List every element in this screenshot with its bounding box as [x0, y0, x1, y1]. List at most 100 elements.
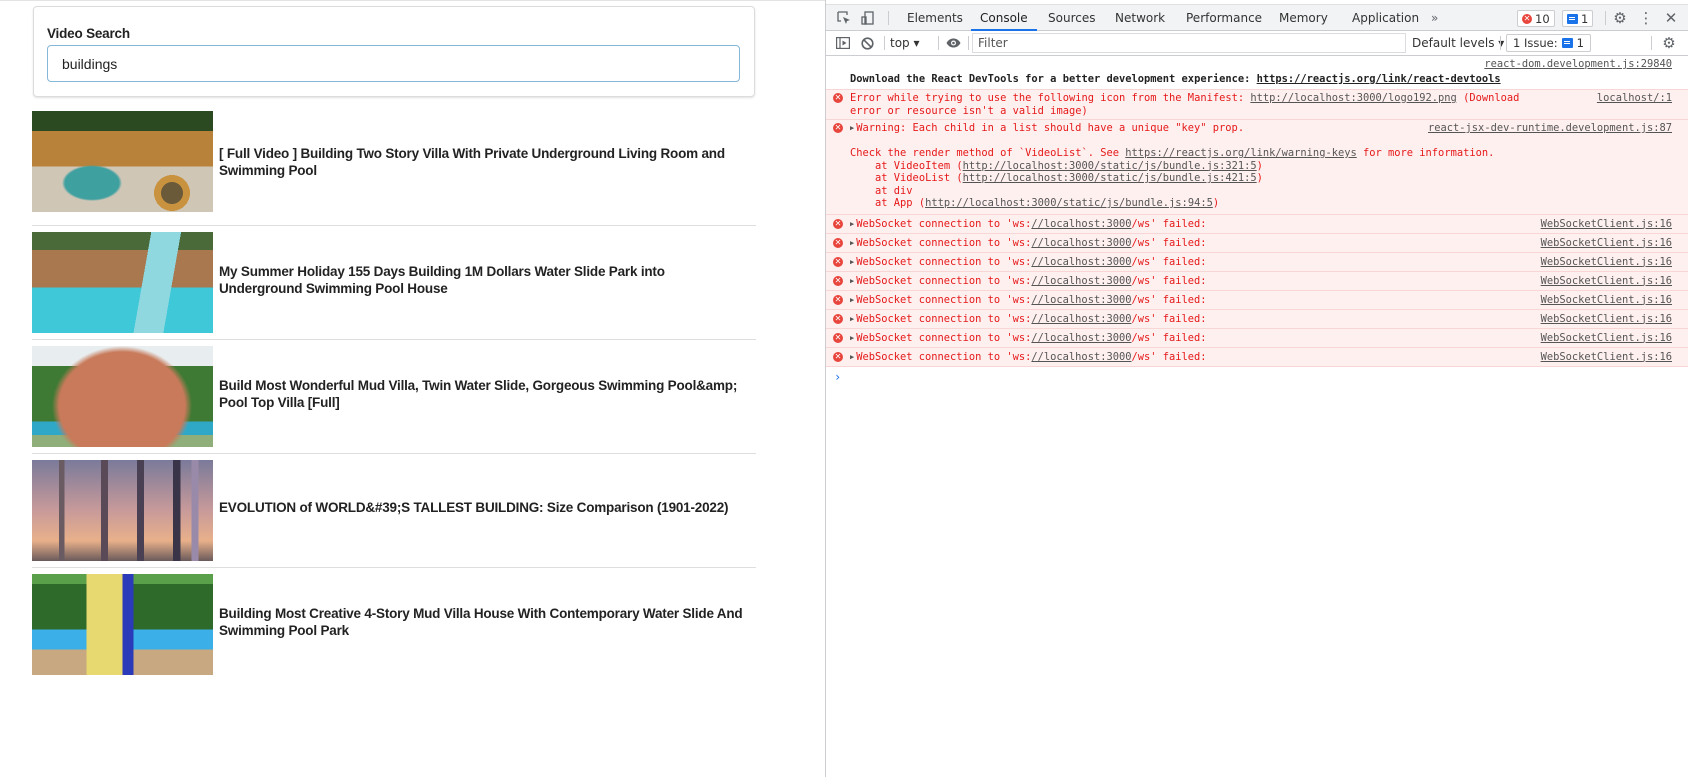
stack-text: at VideoItem ( — [850, 159, 963, 172]
search-label: Video Search — [47, 26, 130, 41]
tab-memory[interactable]: Memory — [1270, 5, 1337, 31]
stack-link[interactable]: http://localhost:3000/static/js/bundle.j… — [963, 160, 1257, 172]
live-expression-eye-icon[interactable] — [944, 34, 962, 52]
video-item[interactable]: My Summer Holiday 155 Days Building 1M D… — [32, 225, 756, 339]
ws-link[interactable]: //localhost:3000 — [1031, 237, 1131, 249]
expand-triangle-icon[interactable]: ▶ — [850, 122, 854, 135]
tab-elements[interactable]: Elements — [898, 5, 972, 31]
video-item[interactable]: EVOLUTION of WORLD&#39;S TALLEST BUILDIN… — [32, 453, 756, 567]
log-levels-dropdown[interactable]: Default levels ▾ — [1412, 31, 1504, 55]
filter-input[interactable] — [972, 33, 1406, 53]
error-count-badge[interactable]: ✕ 10 — [1517, 10, 1555, 27]
react-devtools-link[interactable]: https://reactjs.org/link/react-devtools — [1257, 73, 1501, 85]
message-source-link[interactable]: localhost/:1 — [1597, 92, 1672, 105]
video-title[interactable]: EVOLUTION of WORLD&#39;S TALLEST BUILDIN… — [219, 499, 749, 516]
console-prompt[interactable]: › — [826, 365, 1688, 386]
stack-link[interactable]: http://localhost:3000/static/js/bundle.j… — [925, 197, 1213, 209]
error-icon: ✕ — [833, 313, 843, 324]
ws-link[interactable]: //localhost:3000 — [1031, 294, 1131, 306]
message-text: Download the React DevTools for a better… — [850, 73, 1501, 86]
tab-application[interactable]: Application — [1343, 5, 1428, 31]
expand-triangle-icon[interactable]: ▶ — [850, 313, 854, 326]
divider — [1500, 36, 1501, 50]
stack-text: ) — [1256, 172, 1263, 184]
issues-count: 1 — [1576, 36, 1584, 50]
console-message-websocket-error: ✕ ▶ WebSocket connection to 'ws://localho… — [826, 251, 1688, 271]
device-toolbar-icon[interactable] — [859, 9, 877, 27]
ws-link[interactable]: //localhost:3000 — [1031, 351, 1131, 363]
context-selector[interactable]: top ▾ — [890, 31, 920, 55]
video-item[interactable]: Build Most Wonderful Mud Villa, Twin Wat… — [32, 339, 756, 453]
tab-performance[interactable]: Performance — [1177, 5, 1271, 31]
expand-triangle-icon[interactable]: ▶ — [850, 237, 854, 250]
message-source-link[interactable]: WebSocketClient.js:16 — [1541, 237, 1672, 250]
message-source-link[interactable]: WebSocketClient.js:16 — [1541, 275, 1672, 288]
inspect-element-icon[interactable] — [835, 9, 853, 27]
video-thumbnail[interactable] — [32, 460, 213, 561]
ws-link[interactable]: //localhost:3000 — [1031, 313, 1131, 325]
error-icon: ✕ — [833, 275, 843, 286]
error-icon: ✕ — [833, 93, 843, 103]
video-title[interactable]: My Summer Holiday 155 Days Building 1M D… — [219, 263, 749, 297]
console-message-warning: ✕ react-jsx-dev-runtime.development.js:8… — [826, 119, 1688, 214]
tab-sources[interactable]: Sources — [1039, 5, 1104, 31]
divider — [1651, 36, 1652, 50]
video-item[interactable]: [ Full Video ] Building Two Story Villa … — [32, 111, 756, 225]
video-item[interactable]: Building Most Creative 4-Story Mud Villa… — [32, 567, 756, 681]
video-thumbnail[interactable] — [32, 574, 213, 675]
tab-network[interactable]: Network — [1106, 5, 1174, 31]
message-source-link[interactable]: WebSocketClient.js:16 — [1541, 313, 1672, 326]
clear-console-icon[interactable] — [858, 34, 876, 52]
close-icon[interactable]: ✕ — [1662, 9, 1680, 27]
expand-triangle-icon[interactable]: ▶ — [850, 275, 854, 288]
sidebar-toggle-icon[interactable] — [834, 34, 852, 52]
logo-link[interactable]: http://localhost:3000/logo192.png — [1250, 92, 1456, 104]
video-search-app: Video Search [ Full Video ] Building Two… — [0, 0, 825, 777]
expand-triangle-icon[interactable]: ▶ — [850, 256, 854, 269]
warning-keys-link[interactable]: https://reactjs.org/link/warning-keys — [1125, 147, 1356, 159]
message-source-link[interactable]: WebSocketClient.js:16 — [1541, 332, 1672, 345]
search-input[interactable] — [47, 45, 740, 82]
video-title[interactable]: Build Most Wonderful Mud Villa, Twin Wat… — [219, 377, 749, 411]
ws-link[interactable]: //localhost:3000 — [1031, 275, 1131, 287]
stack-link[interactable]: http://localhost:3000/static/js/bundle.j… — [963, 172, 1257, 184]
expand-triangle-icon[interactable]: ▶ — [850, 351, 854, 364]
issues-button[interactable]: 1 Issue: 1 — [1506, 34, 1591, 52]
error-icon: ✕ — [833, 351, 843, 362]
video-title[interactable]: Building Most Creative 4-Story Mud Villa… — [219, 605, 749, 639]
message-line: error or resource isn't a valid image) — [850, 104, 1088, 117]
message-source-link[interactable]: react-jsx-dev-runtime.development.js:87 — [1428, 122, 1672, 135]
message-source-link[interactable]: WebSocketClient.js:16 — [1541, 294, 1672, 307]
message-source-link[interactable]: react-dom.development.js:29840 — [1484, 58, 1672, 71]
message-source-link[interactable]: WebSocketClient.js:16 — [1541, 256, 1672, 269]
settings-gear-icon[interactable]: ⚙ — [1611, 9, 1629, 27]
message-text: WebSocket connection to 'ws: — [856, 331, 1032, 344]
message-source-link[interactable]: WebSocketClient.js:16 — [1541, 351, 1672, 364]
console-message-websocket-error: ✕ ▶ WebSocket connection to 'ws://localho… — [826, 308, 1688, 328]
more-options-icon[interactable]: ⋮ — [1637, 9, 1655, 27]
expand-triangle-icon[interactable]: ▶ — [850, 332, 854, 345]
stack-frame: at VideoList (http://localhost:3000/stat… — [850, 172, 1548, 185]
ws-link[interactable]: //localhost:3000 — [1031, 256, 1131, 268]
console-message-websocket-error: ✕ ▶ WebSocket connection to 'ws://localho… — [826, 327, 1688, 347]
expand-triangle-icon[interactable]: ▶ — [850, 218, 854, 231]
console-message-error: ✕ localhost/:1 Error while trying to use… — [826, 89, 1688, 119]
video-title[interactable]: [ Full Video ] Building Two Story Villa … — [219, 145, 749, 179]
stack-text: ) — [1256, 159, 1263, 172]
message-text-body: Download the React DevTools for a better… — [850, 73, 1257, 85]
ws-link[interactable]: //localhost:3000 — [1031, 332, 1131, 344]
tab-console[interactable]: Console — [971, 5, 1037, 31]
expand-triangle-icon[interactable]: ▶ — [850, 294, 854, 307]
message-count-badge[interactable]: 1 — [1562, 10, 1594, 27]
stack-frame: at div — [850, 185, 1548, 198]
console-settings-gear-icon[interactable]: ⚙ — [1660, 34, 1678, 52]
message-source-link[interactable]: WebSocketClient.js:16 — [1541, 218, 1672, 231]
more-tabs-button[interactable]: » — [1422, 5, 1447, 31]
video-thumbnail[interactable] — [32, 111, 213, 212]
video-list: [ Full Video ] Building Two Story Villa … — [32, 111, 756, 681]
video-thumbnail[interactable] — [32, 232, 213, 333]
video-thumbnail[interactable] — [32, 346, 213, 447]
ws-link[interactable]: //localhost:3000 — [1031, 218, 1131, 230]
message-text: /ws' failed: — [1131, 293, 1207, 306]
message-text: WebSocket connection to 'ws: — [856, 350, 1032, 363]
